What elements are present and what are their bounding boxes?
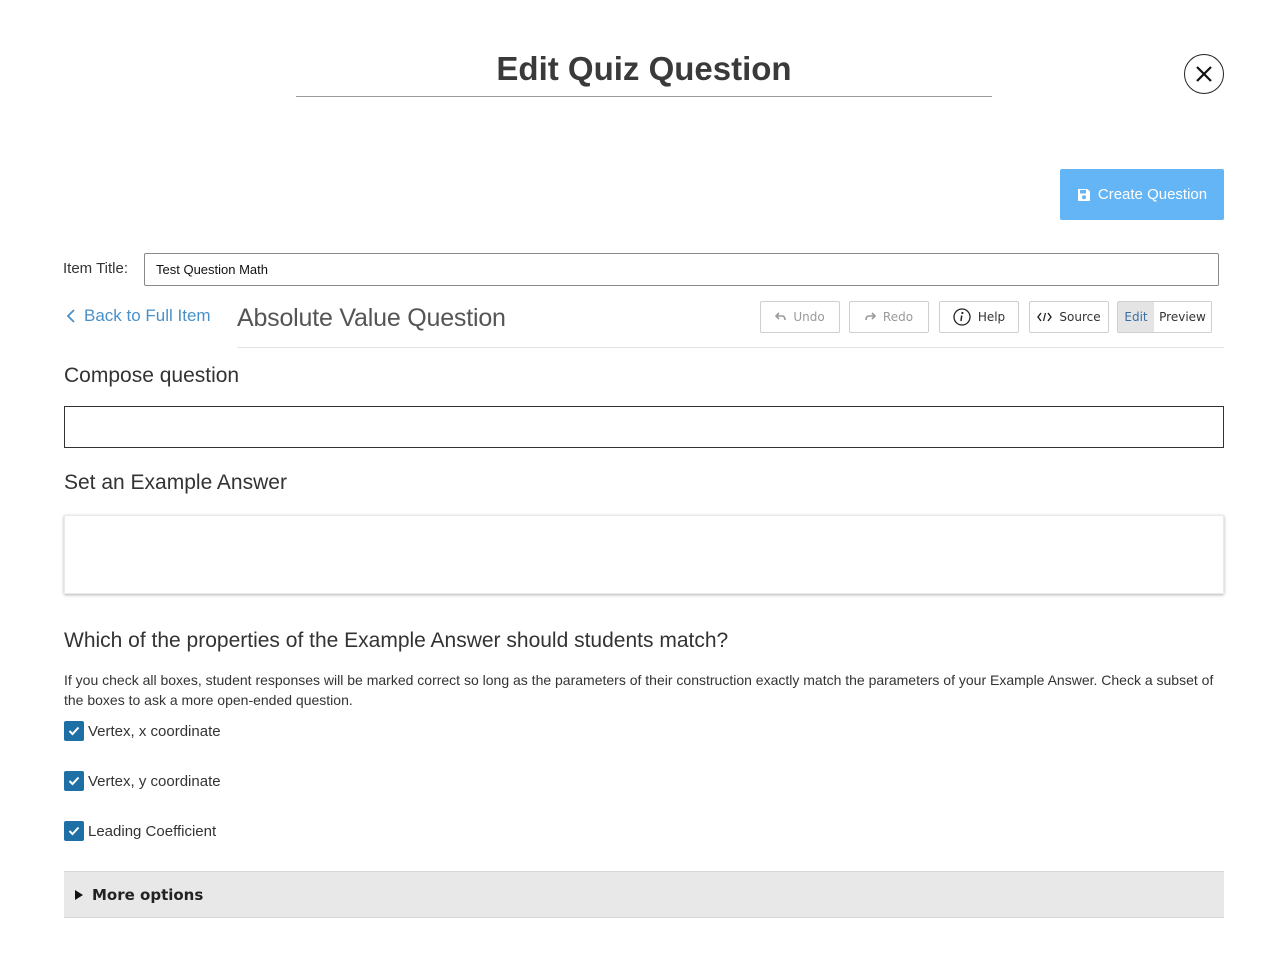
question-type-title: Absolute Value Question: [237, 304, 506, 332]
undo-icon: [775, 312, 787, 321]
info-icon: [953, 308, 971, 326]
save-icon: [1077, 188, 1090, 201]
back-to-full-item-link[interactable]: Back to Full Item: [66, 306, 211, 326]
edit-preview-toggle[interactable]: Edit Preview: [1117, 301, 1212, 333]
caret-right-icon: [75, 889, 83, 900]
compose-question-heading: Compose question: [64, 364, 240, 387]
match-help-text: If you check all boxes, student response…: [64, 672, 1214, 708]
compose-question-editor[interactable]: [64, 406, 1224, 448]
vertex-y-checkbox-row[interactable]: Vertex, y coordinate: [64, 771, 221, 791]
source-button[interactable]: Source: [1029, 301, 1109, 333]
source-label: Source: [1059, 310, 1101, 324]
match-properties-heading: Which of the properties of the Example A…: [64, 629, 729, 652]
more-options-toggle[interactable]: More options: [64, 871, 1224, 918]
item-title-input[interactable]: [144, 253, 1219, 286]
vertex-y-label: Vertex, y coordinate: [88, 772, 221, 790]
check-icon: [68, 826, 80, 836]
help-button[interactable]: Help: [939, 301, 1019, 333]
page-title: Edit Quiz Question: [296, 48, 992, 97]
leading-coefficient-checkbox[interactable]: [64, 821, 84, 841]
chevron-left-icon: [66, 309, 75, 323]
leading-coefficient-checkbox-row[interactable]: Leading Coefficient: [64, 821, 216, 841]
redo-button[interactable]: Redo: [849, 301, 929, 333]
vertex-x-checkbox-row[interactable]: Vertex, x coordinate: [64, 721, 221, 741]
subheader-divider: [237, 347, 1224, 348]
redo-icon: [865, 312, 876, 321]
close-icon: [1196, 66, 1212, 82]
back-link-label: Back to Full Item: [84, 306, 211, 325]
preview-mode-button[interactable]: Preview: [1154, 302, 1211, 332]
create-question-button[interactable]: Create Question: [1060, 169, 1224, 220]
close-button[interactable]: [1184, 54, 1224, 94]
vertex-x-label: Vertex, x coordinate: [88, 722, 221, 740]
example-answer-heading: Set an Example Answer: [64, 471, 287, 494]
vertex-y-checkbox[interactable]: [64, 771, 84, 791]
undo-label: Undo: [793, 310, 825, 324]
check-icon: [68, 776, 80, 786]
redo-label: Redo: [882, 310, 914, 324]
more-options-label: More options: [92, 885, 204, 904]
undo-button[interactable]: Undo: [760, 301, 840, 333]
leading-coefficient-label: Leading Coefficient: [88, 822, 217, 840]
example-answer-area[interactable]: [64, 515, 1224, 594]
help-label: Help: [977, 310, 1006, 324]
check-icon: [68, 726, 80, 736]
item-title-label: Item Title:: [63, 260, 129, 277]
code-icon: [1037, 312, 1053, 322]
create-question-label: Create Question: [1097, 186, 1208, 203]
vertex-x-checkbox[interactable]: [64, 721, 84, 741]
edit-mode-button[interactable]: Edit: [1118, 302, 1154, 332]
